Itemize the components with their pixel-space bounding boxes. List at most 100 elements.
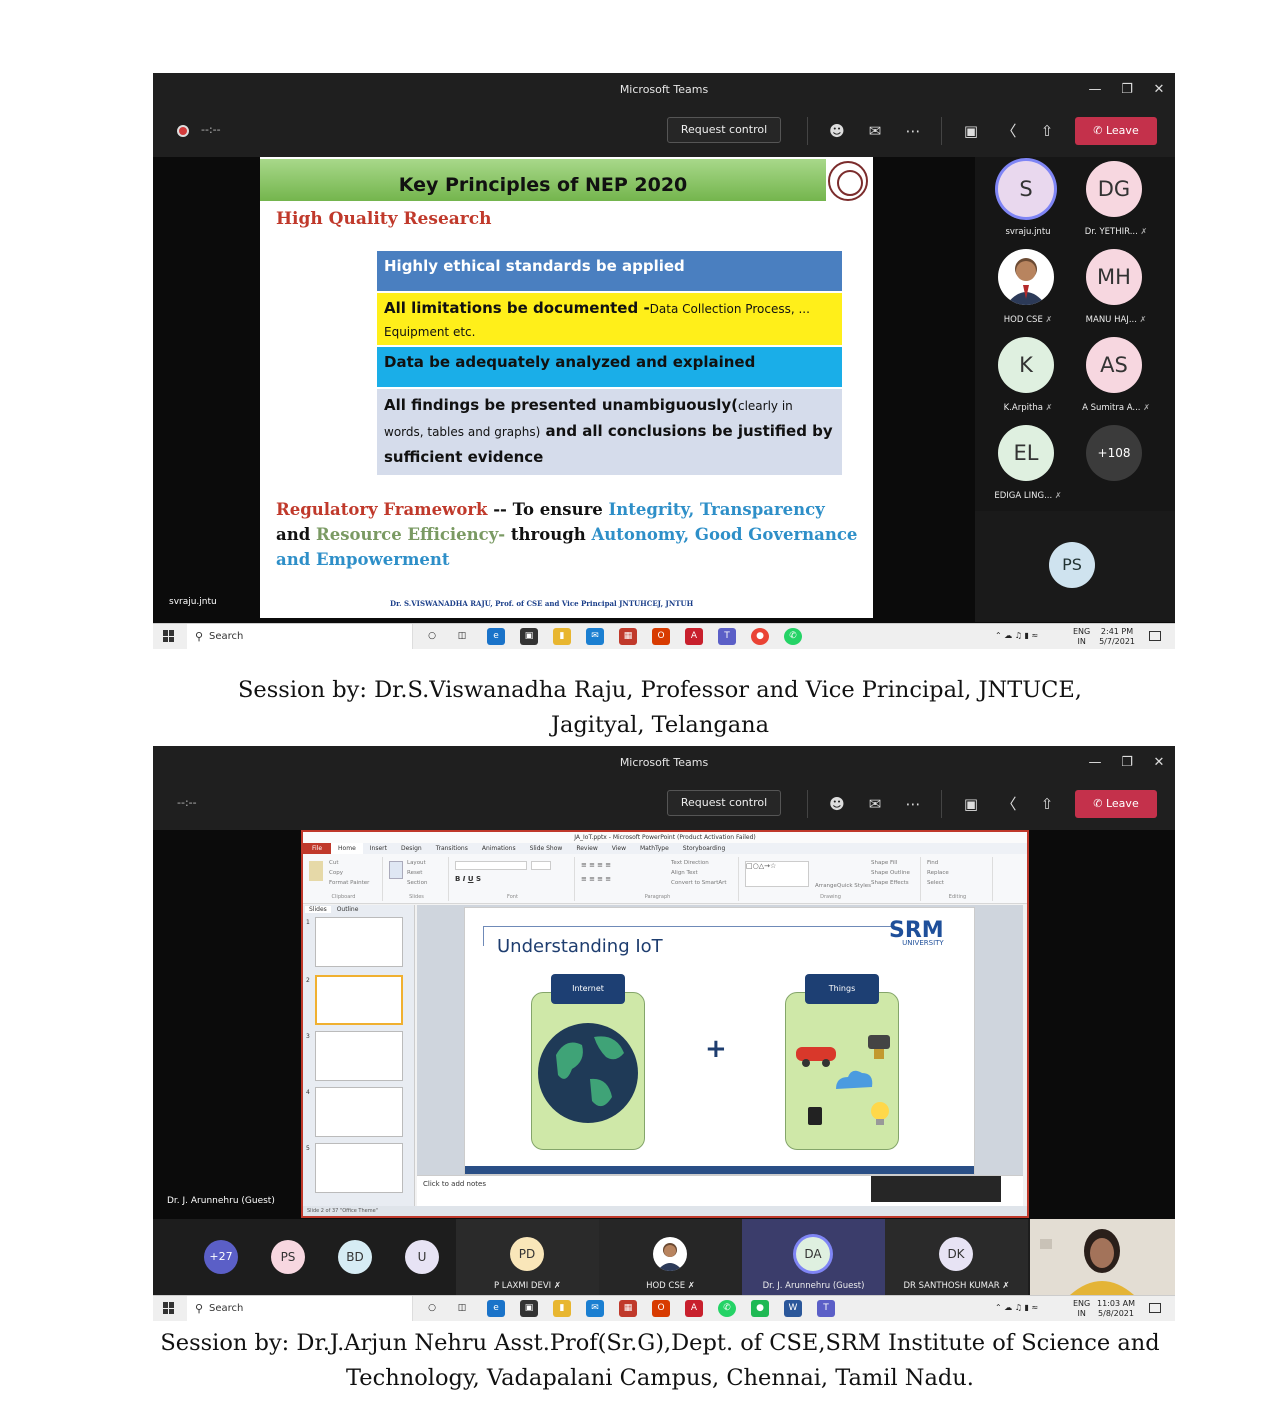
request-control-button[interactable]: Request control <box>667 117 781 143</box>
ppt-tab-home[interactable]: Home <box>331 843 363 854</box>
mic-off-icon[interactable]: 〈 <box>997 119 1021 143</box>
camera-icon[interactable]: ▣ <box>959 792 983 816</box>
gift-app-icon[interactable]: ▦ <box>619 1300 637 1317</box>
ppt-tab-insert[interactable]: Insert <box>363 843 394 854</box>
taskbar-clock[interactable]: 2:41 PM 5/7/2021 <box>1099 627 1135 647</box>
more-options-icon[interactable]: ⋯ <box>901 792 925 816</box>
participant-tile[interactable]: K K.Arpitha ✗ <box>983 335 1073 421</box>
restore-icon[interactable]: ❐ <box>1111 746 1143 780</box>
mail-icon[interactable]: ✉ <box>586 1300 604 1317</box>
find-button[interactable]: Find <box>927 860 938 866</box>
avatar[interactable]: U <box>405 1240 439 1274</box>
request-control-button[interactable]: Request control <box>667 790 781 816</box>
close-icon[interactable]: ✕ <box>1143 746 1175 780</box>
more-participants-tile[interactable]: +108 <box>1071 423 1161 509</box>
cortana-icon[interactable]: ○ <box>423 1300 441 1317</box>
avatar[interactable]: BD <box>338 1240 372 1274</box>
leave-button[interactable]: ✆ Leave <box>1075 117 1157 145</box>
taskbar-search[interactable]: ⚲ Search <box>187 624 413 649</box>
quick-styles-button[interactable]: Quick Styles <box>837 883 871 889</box>
text-direction-button[interactable]: Text Direction <box>671 860 709 866</box>
camera-off-icon[interactable]: ▣ <box>959 119 983 143</box>
office-icon[interactable]: O <box>652 628 670 645</box>
share-icon[interactable]: ⇧ <box>1035 792 1059 816</box>
copy-button[interactable]: Copy <box>329 870 343 876</box>
new-slide-icon[interactable] <box>389 861 403 879</box>
ppt-tab-storyboarding[interactable]: Storyboarding <box>676 843 732 854</box>
participants-icon[interactable]: ☻ <box>825 792 849 816</box>
paste-icon[interactable] <box>309 861 323 881</box>
gift-app-icon[interactable]: ▦ <box>619 628 637 645</box>
teams-icon[interactable]: T <box>817 1300 835 1317</box>
participant-tile-active-speaker[interactable]: DA Dr. J. Arunnehru (Guest) <box>742 1219 885 1295</box>
section-button[interactable]: Section <box>407 880 427 886</box>
notification-icon[interactable] <box>1149 1303 1161 1313</box>
leave-button[interactable]: ✆ Leave <box>1075 790 1157 818</box>
participants-icon[interactable]: ☻ <box>825 119 849 143</box>
arrange-button[interactable]: Arrange <box>815 883 837 889</box>
shape-outline-button[interactable]: Shape Outline <box>871 870 910 876</box>
font-name-select[interactable] <box>455 861 527 870</box>
cortana-icon[interactable]: ○ <box>423 628 441 645</box>
participant-tile[interactable]: DG Dr. YETHIR... ✗ <box>1071 159 1161 245</box>
ppt-tab-animations[interactable]: Animations <box>475 843 523 854</box>
current-slide[interactable]: Understanding IoT SRM UNIVERSITY Internet… <box>464 907 975 1175</box>
align-icons[interactable]: ≡ ≡ ≡ ≡ <box>581 875 611 883</box>
store-icon[interactable]: ▣ <box>520 628 538 645</box>
cut-button[interactable]: Cut <box>329 860 338 866</box>
ppt-tab-view[interactable]: View <box>605 843 633 854</box>
notification-icon[interactable] <box>1149 631 1161 641</box>
acrobat-icon[interactable]: A <box>685 628 703 645</box>
chat-icon[interactable]: ✉ <box>863 119 887 143</box>
more-options-icon[interactable]: ⋯ <box>901 119 925 143</box>
task-view-icon[interactable]: ◫ <box>453 1300 471 1317</box>
mic-off-icon[interactable]: 〈 <box>997 792 1021 816</box>
participant-tile[interactable]: MH MANU HAJ... ✗ <box>1071 247 1161 333</box>
slide-thumbnail-selected[interactable] <box>315 975 403 1025</box>
shapes-gallery[interactable]: □○△→☆ <box>745 861 809 887</box>
minimize-icon[interactable]: — <box>1079 73 1111 107</box>
whatsapp-icon[interactable]: ✆ <box>784 628 802 645</box>
slide-thumbnail[interactable] <box>315 1143 403 1193</box>
convert-smartart-button[interactable]: Convert to SmartArt <box>671 880 727 886</box>
task-view-icon[interactable]: ◫ <box>453 628 471 645</box>
close-icon[interactable]: ✕ <box>1143 73 1175 107</box>
edge-icon[interactable]: e <box>487 1300 505 1317</box>
format-painter-button[interactable]: Format Painter <box>329 880 369 886</box>
taskbar-search[interactable]: ⚲ Search <box>187 1296 413 1321</box>
acrobat-icon[interactable]: A <box>685 1300 703 1317</box>
word-icon[interactable]: W <box>784 1300 802 1317</box>
slide-thumbnail[interactable] <box>315 1031 403 1081</box>
reset-button[interactable]: Reset <box>407 870 422 876</box>
windows-start-icon[interactable] <box>163 630 175 642</box>
notes-pane[interactable]: Click to add notes <box>417 1175 1023 1208</box>
ppt-tab-mathtype[interactable]: MathType <box>633 843 676 854</box>
file-explorer-icon[interactable]: ▮ <box>553 1300 571 1317</box>
ppt-tab-review[interactable]: Review <box>569 843 604 854</box>
shape-effects-button[interactable]: Shape Effects <box>871 880 909 886</box>
more-participants-count[interactable]: +27 <box>204 1240 238 1274</box>
shape-fill-button[interactable]: Shape Fill <box>871 860 897 866</box>
chrome-icon[interactable]: ● <box>751 628 769 645</box>
mail-icon[interactable]: ✉ <box>586 628 604 645</box>
tab-outline[interactable]: Outline <box>333 906 363 913</box>
slide-thumbnail[interactable] <box>315 917 403 967</box>
select-button[interactable]: Select <box>927 880 944 886</box>
minimize-icon[interactable]: — <box>1079 746 1111 780</box>
avatar[interactable]: PS <box>271 1240 305 1274</box>
tray-icons[interactable]: ⌃ ☁ ♫ ▮ ≈ <box>995 631 1038 641</box>
ppt-tab-file[interactable]: File <box>303 843 332 854</box>
office-icon[interactable]: O <box>652 1300 670 1317</box>
ppt-tab-slideshow[interactable]: Slide Show <box>523 843 570 854</box>
teams-icon[interactable]: T <box>718 628 736 645</box>
taskbar-clock[interactable]: 11:03 AM 5/8/2021 <box>1097 1299 1135 1319</box>
list-icons[interactable]: ≡ ≡ ≡ ≡ <box>581 861 611 869</box>
participant-tile[interactable]: EL EDIGA LING... ✗ <box>983 423 1073 509</box>
participant-tile[interactable]: AS A Sumitra A... ✗ <box>1071 335 1161 421</box>
ppt-tab-design[interactable]: Design <box>394 843 429 854</box>
slide-thumbnail[interactable] <box>315 1087 403 1137</box>
edge-icon[interactable]: e <box>487 628 505 645</box>
whatsapp-icon[interactable]: ✆ <box>718 1300 736 1317</box>
participant-tile[interactable]: S svraju.jntu <box>983 159 1073 245</box>
chat-icon[interactable]: ✉ <box>863 792 887 816</box>
